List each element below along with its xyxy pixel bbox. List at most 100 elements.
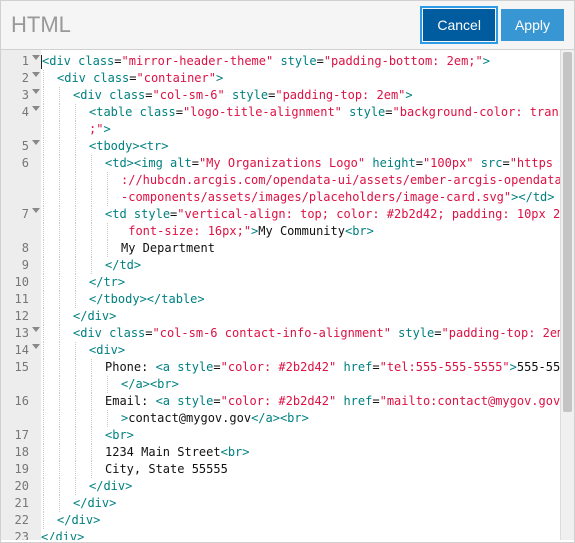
gutter-line [1,121,41,138]
token-txt: City, State 55555 [105,462,228,476]
token-tag: </div> [73,309,116,323]
fold-marker-icon[interactable] [32,327,40,332]
code-line[interactable]: </a><br> [41,376,560,393]
token-attr: style [280,54,316,68]
token-str: "container" [137,71,216,85]
gutter-line [1,410,41,427]
token-tag: > [216,71,223,85]
token-tag: <br> [221,445,250,459]
token-str: ://hubcdn.arcgis.com/opendata-ui/assets/… [121,173,560,187]
code-line[interactable]: <tbody><tr> [41,138,560,155]
dialog-header: HTML Cancel Apply [1,1,574,49]
gutter-line [1,223,41,240]
fold-marker-icon[interactable] [32,208,40,213]
dialog-buttons: Cancel Apply [423,9,564,41]
code-line[interactable]: <div class="col-sm-6 contact-info-alignm… [41,325,560,342]
code-editor[interactable]: 1234567891011121314151617181920212223242… [1,49,574,540]
token-tag: </div> [41,530,84,540]
gutter-line: 1 [1,53,41,70]
code-line[interactable]: font-size: 16px;">My Community<br> [41,223,560,240]
token-str: "tel:555-555-5555" [380,360,510,374]
code-line[interactable]: -components/assets/images/placeholders/i… [41,189,560,206]
token-str: "col-sm-6 contact-info-alignment" [153,326,391,340]
code-line[interactable]: ://hubcdn.arcgis.com/opendata-ui/assets/… [41,172,560,189]
gutter-line: 15 [1,359,41,376]
editor-code-area[interactable]: <div class="mirror-header-theme" style="… [41,50,560,540]
scrollbar-thumb[interactable] [563,52,572,412]
token-tag: <table [89,105,132,119]
code-line[interactable]: <div> [41,342,560,359]
code-line[interactable]: ;"> [41,121,560,138]
token-txt: = [114,54,121,68]
token-txt: = [416,156,423,170]
code-line[interactable]: <div class="container"> [41,70,560,87]
gutter-line: 19 [1,461,41,478]
apply-button[interactable]: Apply [501,9,564,41]
code-line[interactable]: My Department [41,240,560,257]
code-line[interactable]: City, State 55555 [41,461,560,478]
token-tag: </div> [89,479,132,493]
gutter-line [1,189,41,206]
token-str: "mirror-header-theme" [122,54,274,68]
token-str: "mailto:contact@mygov.gov" [380,394,560,408]
token-tag: <div [73,88,102,102]
token-tag: <td [105,207,127,221]
code-line[interactable]: </div> [41,308,560,325]
token-attr: alt [170,156,192,170]
fold-marker-icon[interactable] [32,72,40,77]
token-txt: Phone: [105,360,156,374]
code-line[interactable]: <td><img alt="My Organizations Logo" hei… [41,155,560,172]
token-tag: <td><img [105,156,163,170]
token-txt: Email: [105,394,156,408]
token-txt: = [176,105,183,119]
gutter-line: 21 [1,495,41,512]
code-line[interactable]: 1234 Main Street<br> [41,444,560,461]
token-attr: style [177,360,213,374]
gutter-line: 22 [1,512,41,529]
code-line[interactable]: </div> [41,495,560,512]
code-line[interactable]: <table class="logo-title-alignment" styl… [41,104,560,121]
code-line[interactable]: Email: <a style="color: #2b2d42" href="m… [41,393,560,410]
code-line[interactable]: Phone: <a style="color: #2b2d42" href="t… [41,359,560,376]
token-str: "background-color: transparent [393,105,561,119]
fold-marker-icon[interactable] [32,55,40,60]
code-line[interactable]: <div class="col-sm-6" style="padding-top… [41,87,560,104]
gutter-line: 8 [1,240,41,257]
gutter-line: 2 [1,70,41,87]
code-line[interactable]: </div> [41,478,560,495]
code-line[interactable]: <br> [41,427,560,444]
gutter-line: 12 [1,308,41,325]
token-txt: contact@mygov.gov [128,411,251,425]
fold-marker-icon[interactable] [32,344,40,349]
token-tag: <tbody><tr> [89,139,168,153]
token-str: "My Organizations Logo" [199,156,365,170]
cancel-button[interactable]: Cancel [423,9,495,41]
code-line[interactable]: </td> [41,257,560,274]
code-line[interactable]: <td style="vertical-align: top; color: #… [41,206,560,223]
token-tag: <a [156,360,170,374]
fold-marker-icon[interactable] [32,140,40,145]
gutter-line [1,172,41,189]
vertical-scrollbar[interactable] [560,50,574,540]
token-txt: My Department [121,241,215,255]
token-txt: = [372,394,379,408]
token-tag: </tr> [89,275,125,289]
code-line[interactable]: </tbody></table> [41,291,560,308]
code-line[interactable]: >contact@mygov.gov</a><br> [41,410,560,427]
token-attr: class [109,326,145,340]
gutter-line: 23 [1,529,41,540]
gutter-line: 14 [1,342,41,359]
token-tag: </a><br> [251,411,309,425]
fold-marker-icon[interactable] [32,106,40,111]
dialog-title: HTML [11,12,71,38]
code-line[interactable]: <div class="mirror-header-theme" style="… [41,53,560,70]
token-txt: = [213,394,220,408]
token-attr: style [349,105,385,119]
token-txt: My Community [258,224,345,238]
token-str: "padding-top: 2em" [275,88,405,102]
gutter-line: 6 [1,155,41,172]
code-line[interactable]: </tr> [41,274,560,291]
code-line[interactable]: </div> [41,529,560,540]
fold-marker-icon[interactable] [32,89,40,94]
code-line[interactable]: </div> [41,512,560,529]
